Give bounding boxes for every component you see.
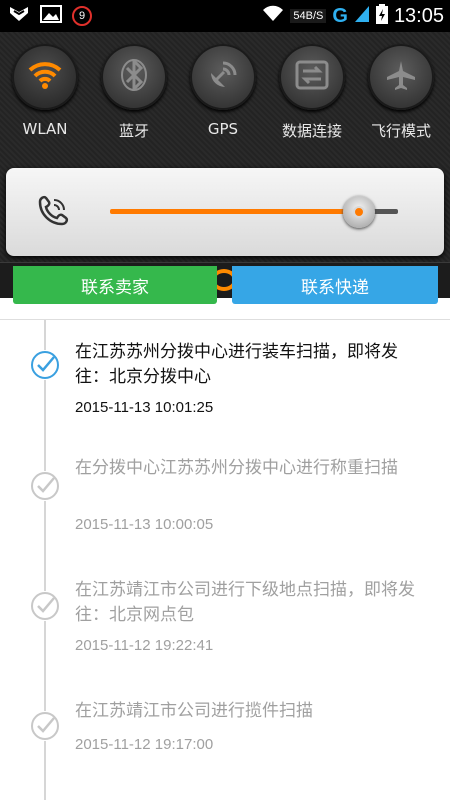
airplane-icon [385, 59, 417, 95]
bluetooth-icon [119, 57, 149, 95]
divider [0, 319, 450, 320]
timeline-text: 在分拨中心江苏苏州分拨中心进行称重扫描 [75, 458, 398, 478]
timeline-time: 2015-11-12 19:17:00 [75, 736, 214, 753]
gps-toggle[interactable] [190, 44, 256, 110]
wlan-label: WLAN [22, 120, 68, 138]
status-bar: 9 54B/S G 13:05 [0, 0, 450, 32]
check-circle-icon [30, 591, 60, 621]
bluetooth-toggle[interactable] [101, 44, 167, 110]
timeline-time: 2015-11-13 10:00:05 [75, 516, 214, 533]
wifi-signal-icon [262, 5, 284, 27]
airplane-mode-label: 飞行模式 [370, 122, 431, 140]
gps-label: GPS [207, 120, 239, 138]
timeline-time: 2015-11-12 19:22:41 [75, 637, 214, 654]
clock: 13:05 [393, 4, 444, 27]
contact-express-button[interactable]: 联系快递 [232, 266, 438, 304]
volume-slider-thumb[interactable] [343, 196, 375, 228]
net-speed: 54B/S [290, 9, 327, 23]
battery-icon [375, 4, 388, 28]
check-circle-icon [30, 711, 60, 741]
contact-seller-button[interactable]: 联系卖家 [13, 266, 217, 304]
timeline-time: 2015-11-13 10:01:25 [75, 399, 214, 416]
timeline-text: 在江苏靖江市公司进行下级地点扫描，即将发往：北京网点包 [75, 580, 415, 625]
volume-slider-fill [110, 209, 362, 214]
cell-signal-icon [354, 5, 370, 27]
quick-settings-panel: WLAN 蓝牙 GPS 数据连接 飞行模式 [0, 32, 450, 298]
data-connection-icon [295, 60, 329, 94]
airplane-mode-toggle[interactable] [368, 44, 434, 110]
volume-card [6, 168, 444, 256]
network-type: G [332, 4, 348, 27]
ringtone-icon [32, 192, 72, 232]
shield-app-icon [8, 5, 30, 27]
timeline-text: 在江苏苏州分拨中心进行装车扫描，即将发往：北京分拨中心 [75, 342, 398, 387]
thumb-dot [353, 206, 365, 218]
notification-icons: 9 [8, 4, 92, 28]
data-connection-label: 数据连接 [281, 122, 342, 140]
notification-badge: 9 [72, 6, 92, 26]
check-circle-icon [30, 471, 60, 501]
data-connection-toggle[interactable] [279, 44, 345, 110]
wlan-toggle[interactable] [12, 44, 78, 110]
image-icon [40, 5, 62, 27]
timeline-text: 在江苏靖江市公司进行揽件扫描 [75, 701, 313, 721]
wifi-icon [28, 60, 62, 94]
bluetooth-label: 蓝牙 [118, 122, 149, 140]
check-circle-icon [30, 350, 60, 380]
gps-icon [207, 59, 239, 95]
status-indicators: 54B/S G 13:05 [262, 0, 444, 32]
